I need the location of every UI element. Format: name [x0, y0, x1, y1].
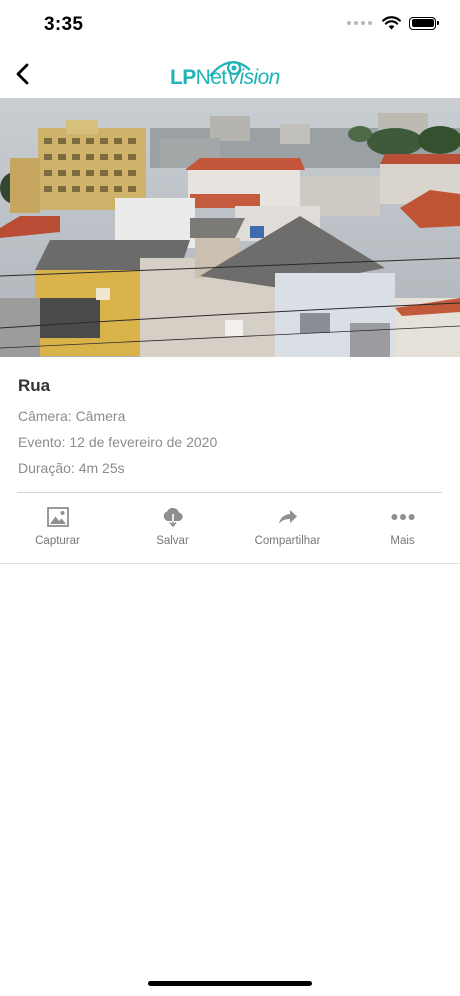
image-icon [46, 505, 70, 529]
event-camera: Câmera: Câmera [18, 408, 126, 424]
navigation-bar: LPNetVision [0, 50, 460, 98]
save-button[interactable]: Salvar [115, 500, 230, 562]
brand-logo: LPNetVision [170, 56, 290, 92]
cloud-download-icon [161, 505, 185, 529]
share-icon [276, 505, 300, 529]
status-icons [347, 16, 439, 30]
more-label: Mais [390, 535, 415, 547]
event-info: Rua Câmera: Câmera Evento: 12 de feverei… [18, 372, 442, 486]
event-duration: Duração: 4m 25s [18, 460, 125, 476]
capture-button[interactable]: Capturar [0, 500, 115, 562]
action-bar: Capturar Salvar Compartilhar Mais [0, 500, 460, 562]
brand-lp: LP [170, 66, 196, 89]
share-label: Compartilhar [254, 535, 321, 547]
wifi-icon [382, 16, 401, 30]
back-button[interactable] [10, 58, 38, 90]
more-icon [390, 505, 415, 529]
more-button[interactable]: Mais [345, 500, 460, 562]
save-label: Salvar [156, 535, 189, 547]
brand-vision: Vision [226, 66, 281, 89]
divider [17, 492, 442, 493]
chevron-left-icon [16, 63, 29, 85]
battery-icon [409, 16, 439, 30]
home-indicator[interactable] [148, 981, 312, 986]
event-title: Rua [18, 376, 51, 395]
bottom-divider [0, 563, 460, 564]
share-button[interactable]: Compartilhar [230, 500, 345, 562]
status-time: 3:35 [44, 14, 84, 35]
brand-net: Net [195, 66, 227, 89]
capture-label: Capturar [35, 535, 80, 547]
camera-snapshot[interactable] [0, 98, 460, 357]
event-date: Evento: 12 de fevereiro de 2020 [18, 434, 218, 450]
cellular-signal-icon [347, 21, 372, 25]
brand-name: LPNetVision [170, 66, 280, 90]
status-bar: 3:35 [0, 0, 460, 50]
